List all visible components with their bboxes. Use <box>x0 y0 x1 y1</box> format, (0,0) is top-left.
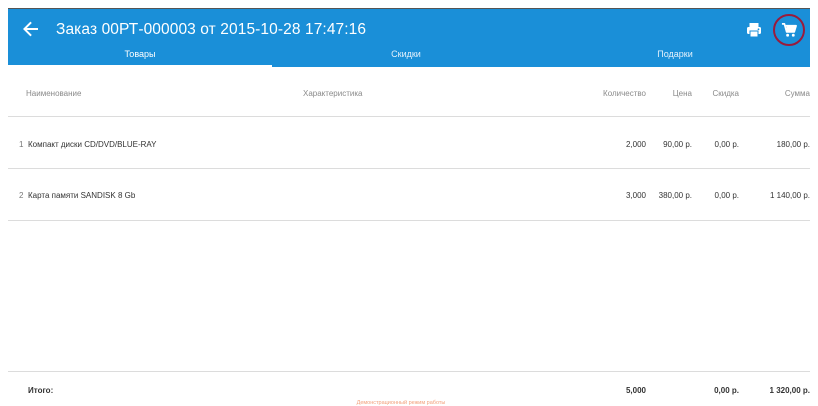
table-row[interactable]: 1 Компакт диски CD/DVD/BLUE-RAY 2,000 90… <box>8 140 810 160</box>
totals-label: Итого: <box>28 386 54 395</box>
app-bar: Заказ 00РТ-000003 от 2015-10-28 17:47:16… <box>8 9 810 67</box>
row-number: 2 <box>19 191 24 200</box>
totals-divider <box>8 371 810 372</box>
tab-gifts-label: Подарки <box>657 49 693 59</box>
row-sum: 1 140,00 р. <box>769 191 810 200</box>
row-quantity: 2,000 <box>625 140 646 149</box>
tab-goods-label: Товары <box>124 49 156 59</box>
cart-icon <box>781 23 797 37</box>
column-header-sum: Сумма <box>784 89 810 98</box>
table-header: Наименование Характеристика Количество Ц… <box>8 89 810 109</box>
tab-goods[interactable]: Товары <box>8 43 272 67</box>
table-row[interactable]: 2 Карта памяти SANDISK 8 Gb 3,000 380,00… <box>8 191 810 211</box>
column-header-discount: Скидка <box>712 89 739 98</box>
tab-discounts-label: Скидки <box>391 49 421 59</box>
row-name: Карта памяти SANDISK 8 Gb <box>28 191 136 200</box>
totals-discount: 0,00 р. <box>714 386 739 395</box>
divider <box>8 220 810 221</box>
totals-sum: 1 320,00 р. <box>769 386 810 395</box>
printer-icon[interactable] <box>745 21 765 41</box>
row-discount: 0,00 р. <box>714 191 739 200</box>
tab-discounts[interactable]: Скидки <box>272 43 540 67</box>
totals-quantity: 5,000 <box>625 386 646 395</box>
cart-button[interactable] <box>773 14 805 46</box>
row-quantity: 3,000 <box>625 191 646 200</box>
tab-bar: Товары Скидки Подарки <box>8 43 810 67</box>
column-header-characteristic: Характеристика <box>303 89 363 98</box>
divider <box>8 168 810 169</box>
column-header-name: Наименование <box>26 89 82 98</box>
active-tab-indicator <box>8 65 272 67</box>
row-price: 380,00 р. <box>658 191 692 200</box>
column-header-quantity: Количество <box>603 89 646 98</box>
tab-gifts[interactable]: Подарки <box>540 43 810 67</box>
column-header-price: Цена <box>672 89 692 98</box>
demo-mode-note: Демонстрационный режим работы <box>356 400 446 406</box>
page-title: Заказ 00РТ-000003 от 2015-10-28 17:47:16 <box>56 21 367 38</box>
arrow-left-icon[interactable] <box>22 20 44 42</box>
divider <box>8 116 810 117</box>
row-number: 1 <box>19 140 24 149</box>
row-price: 90,00 р. <box>663 140 692 149</box>
row-sum: 180,00 р. <box>776 140 810 149</box>
row-name: Компакт диски CD/DVD/BLUE-RAY <box>28 140 157 149</box>
row-discount: 0,00 р. <box>714 140 739 149</box>
order-screen: Заказ 00РТ-000003 от 2015-10-28 17:47:16… <box>8 8 810 406</box>
